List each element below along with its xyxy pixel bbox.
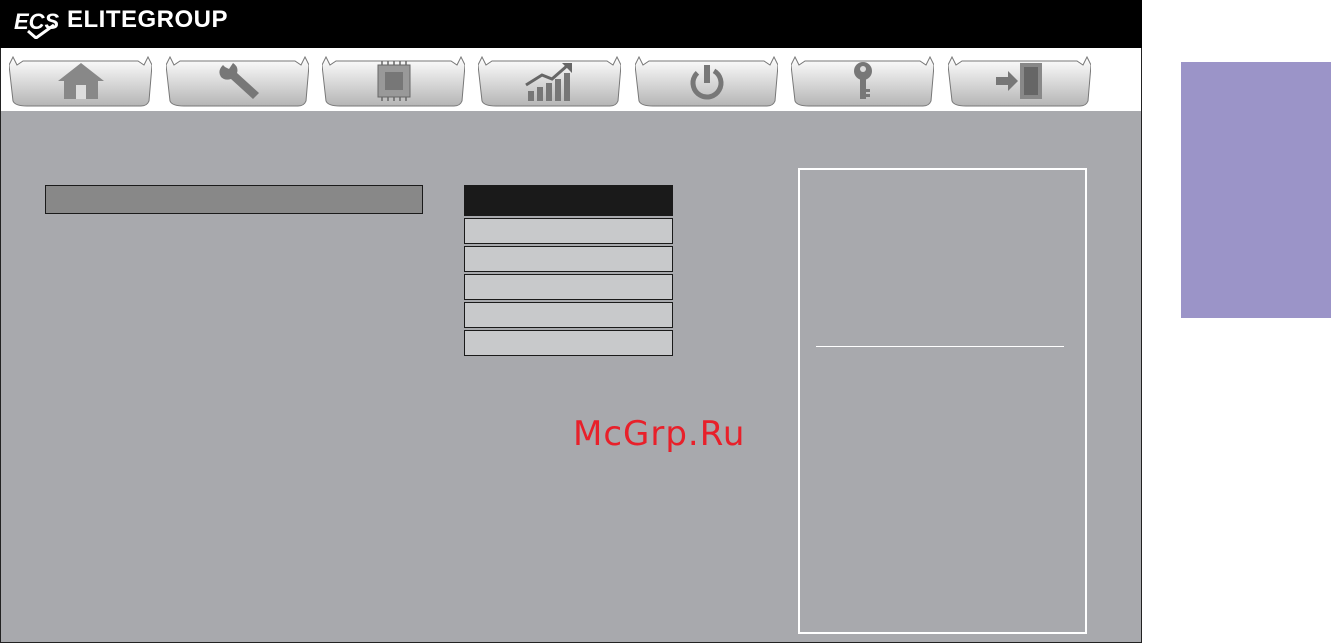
power-icon <box>690 65 723 100</box>
bios-screen: ECS ELITEGROUP McGrp.Ru <box>0 0 1142 644</box>
svg-text:ECS: ECS <box>14 9 60 34</box>
title-bar: ECS ELITEGROUP <box>0 0 1142 48</box>
option-popup <box>464 185 673 356</box>
tab-boot[interactable] <box>635 51 778 107</box>
exit-door-icon <box>995 63 1042 99</box>
key-icon <box>853 62 872 99</box>
option-item[interactable] <box>464 218 673 244</box>
tab-chipset[interactable] <box>322 51 465 107</box>
wrench-icon <box>218 63 259 99</box>
chip-icon <box>377 61 410 101</box>
main-panel: McGrp.Ru <box>0 111 1142 643</box>
tab-security[interactable] <box>791 51 934 107</box>
tab-performance[interactable] <box>478 51 621 107</box>
option-item[interactable] <box>464 330 673 356</box>
tab-toolbar <box>0 48 1142 111</box>
ecs-logo-icon: ECS <box>14 9 60 39</box>
option-item[interactable] <box>464 246 673 272</box>
help-panel <box>798 168 1087 634</box>
tab-exit[interactable] <box>948 51 1091 107</box>
tab-advanced[interactable] <box>166 51 309 107</box>
selected-menu-row[interactable] <box>45 185 423 214</box>
option-popup-title <box>464 185 673 216</box>
side-tab-marker <box>1181 62 1331 318</box>
tab-main[interactable] <box>9 51 152 107</box>
option-item[interactable] <box>464 274 673 300</box>
home-icon <box>57 63 104 99</box>
watermark-text: McGrp.Ru <box>573 414 746 454</box>
brand-name: ELITEGROUP <box>67 6 229 33</box>
chart-up-icon <box>524 63 572 101</box>
option-item[interactable] <box>464 302 673 328</box>
help-divider <box>816 346 1064 347</box>
